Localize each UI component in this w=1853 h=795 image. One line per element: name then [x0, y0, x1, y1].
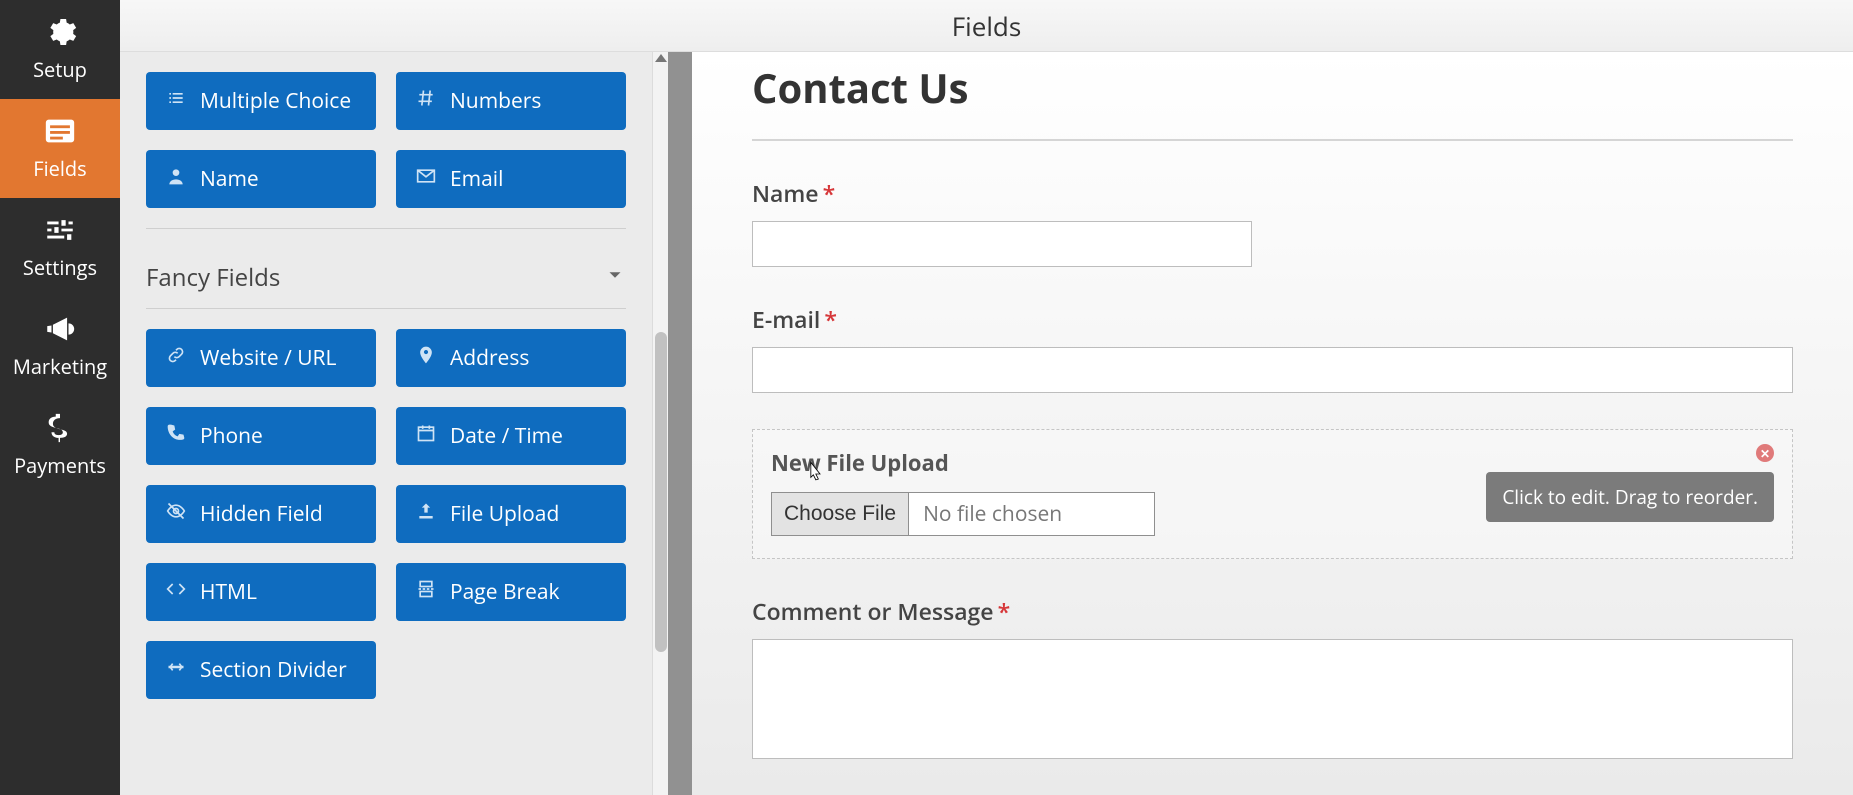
page-header: Fields	[120, 0, 1853, 52]
field-btn-address[interactable]: Address	[396, 329, 626, 387]
field-btn-label: File Upload	[450, 500, 559, 528]
field-btn-name[interactable]: Name	[146, 150, 376, 208]
email-input[interactable]	[752, 347, 1793, 393]
gear-icon	[42, 14, 78, 50]
edit-drag-tooltip: Click to edit. Drag to reorder.	[1486, 472, 1774, 522]
email-field-block[interactable]: E-mail*	[752, 303, 1793, 393]
message-textarea[interactable]	[752, 639, 1793, 759]
dollar-icon	[42, 410, 78, 446]
header-title: Fields	[952, 8, 1021, 44]
email-label: E-mail*	[752, 303, 1793, 335]
envelope-icon	[416, 165, 436, 193]
field-btn-website[interactable]: Website / URL	[146, 329, 376, 387]
phone-icon	[166, 422, 186, 450]
title-divider	[752, 139, 1793, 141]
nav-setup[interactable]: Setup	[0, 0, 120, 99]
message-field-block[interactable]: Comment or Message*	[752, 595, 1793, 764]
nav-marketing[interactable]: Marketing	[0, 297, 120, 396]
calendar-icon	[416, 422, 436, 450]
field-btn-label: Date / Time	[450, 422, 563, 450]
nav-label: Marketing	[13, 353, 107, 380]
sidebar: Setup Fields Settings Marketing Payments	[0, 0, 120, 795]
choose-file-button[interactable]: Choose File	[771, 492, 909, 536]
field-btn-datetime[interactable]: Date / Time	[396, 407, 626, 465]
file-status-text: No file chosen	[909, 492, 1155, 536]
nav-label: Payments	[14, 452, 106, 479]
nav-label: Setup	[33, 56, 87, 83]
name-label: Name*	[752, 177, 1793, 209]
scroll-thumb[interactable]	[655, 332, 667, 652]
section-title: Fancy Fields	[146, 261, 280, 294]
palette-scrollbar[interactable]	[652, 52, 668, 795]
name-field-block[interactable]: Name*	[752, 177, 1793, 267]
required-asterisk: *	[998, 595, 1011, 627]
hr-icon	[166, 656, 186, 684]
field-btn-label: Page Break	[450, 578, 560, 606]
nav-settings[interactable]: Settings	[0, 198, 120, 297]
fancy-fields-section-header[interactable]: Fancy Fields	[146, 247, 626, 309]
field-btn-label: Name	[200, 165, 259, 193]
field-btn-label: Multiple Choice	[200, 87, 351, 115]
field-btn-label: Hidden Field	[200, 500, 323, 528]
panel-divider[interactable]	[668, 52, 692, 795]
nav-label: Settings	[23, 254, 97, 281]
field-btn-label: Section Divider	[200, 656, 347, 684]
field-palette: Multiple Choice Numbers Name Email Fancy F…	[120, 52, 652, 795]
form-title[interactable]: Contact Us	[752, 60, 1793, 115]
field-btn-hidden[interactable]: Hidden Field	[146, 485, 376, 543]
nav-payments[interactable]: Payments	[0, 396, 120, 495]
marker-icon	[416, 344, 436, 372]
field-btn-pagebreak[interactable]: Page Break	[396, 563, 626, 621]
nav-fields[interactable]: Fields	[0, 99, 120, 198]
bullhorn-icon	[42, 311, 78, 347]
form-preview: Contact Us Name* E-mail* ✕ New File Uplo…	[692, 52, 1853, 795]
field-btn-label: Website / URL	[200, 344, 336, 372]
message-label: Comment or Message*	[752, 595, 1793, 627]
chevron-down-icon	[604, 261, 626, 294]
nav-label: Fields	[33, 155, 86, 182]
link-icon	[166, 344, 186, 372]
field-btn-phone[interactable]: Phone	[146, 407, 376, 465]
field-btn-label: HTML	[200, 578, 257, 606]
name-input[interactable]	[752, 221, 1252, 267]
field-btn-multiple-choice[interactable]: Multiple Choice	[146, 72, 376, 130]
field-btn-fileupload[interactable]: File Upload	[396, 485, 626, 543]
field-btn-email[interactable]: Email	[396, 150, 626, 208]
person-icon	[166, 165, 186, 193]
scroll-up-icon[interactable]	[655, 54, 667, 62]
hash-icon	[416, 87, 436, 115]
field-btn-label: Address	[450, 344, 529, 372]
field-btn-numbers[interactable]: Numbers	[396, 72, 626, 130]
field-btn-html[interactable]: HTML	[146, 563, 376, 621]
field-btn-section-divider[interactable]: Section Divider	[146, 641, 376, 699]
code-icon	[166, 578, 186, 606]
delete-field-icon[interactable]: ✕	[1756, 444, 1774, 462]
list-icon	[166, 87, 186, 115]
file-upload-field-block[interactable]: ✕ New File Upload Choose File No file ch…	[752, 429, 1793, 559]
field-btn-label: Numbers	[450, 87, 541, 115]
pagebreak-icon	[416, 578, 436, 606]
field-btn-label: Phone	[200, 422, 263, 450]
field-btn-label: Email	[450, 165, 503, 193]
upload-icon	[416, 500, 436, 528]
required-asterisk: *	[824, 303, 837, 335]
eye-slash-icon	[166, 500, 186, 528]
form-icon	[42, 113, 78, 149]
required-asterisk: *	[823, 177, 836, 209]
sliders-icon	[42, 212, 78, 248]
